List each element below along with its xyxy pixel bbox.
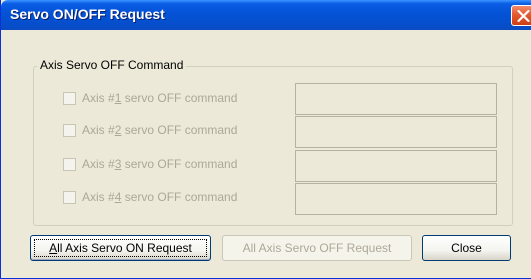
axis-4-value-field[interactable] xyxy=(295,183,497,215)
window-title: Servo ON/OFF Request xyxy=(10,6,165,22)
axis-2-checkbox[interactable] xyxy=(63,124,76,137)
group-label: Axis Servo OFF Command xyxy=(37,58,187,72)
axis-2-checkbox-label: Axis #2 servo OFF command xyxy=(82,123,238,137)
focus-rectangle xyxy=(34,239,207,257)
axis-4-checkbox[interactable] xyxy=(63,191,76,204)
servo-request-dialog: Servo ON/OFF Request Axis Servo OFF Comm… xyxy=(0,0,531,279)
title-bar[interactable]: Servo ON/OFF Request xyxy=(1,0,531,30)
close-window-button[interactable] xyxy=(511,5,531,26)
axis-1-checkbox[interactable] xyxy=(63,92,76,105)
axis-3-checkbox[interactable] xyxy=(63,158,76,171)
close-button[interactable]: Close xyxy=(422,235,511,261)
all-axis-servo-on-button[interactable]: All Axis Servo ON Request xyxy=(30,235,211,261)
axis-2-value-field[interactable] xyxy=(295,116,497,148)
axis-4-checkbox-label: Axis #4 servo OFF command xyxy=(82,190,238,204)
axis-3-value-field[interactable] xyxy=(295,150,497,182)
axis-1-value-field[interactable] xyxy=(295,83,497,115)
close-icon xyxy=(517,10,530,22)
axis-3-checkbox-label: Axis #3 servo OFF command xyxy=(82,157,238,171)
all-axis-servo-off-button[interactable]: All Axis Servo OFF Request xyxy=(222,235,412,261)
axis-1-checkbox-label: Axis #1 servo OFF command xyxy=(82,91,238,105)
